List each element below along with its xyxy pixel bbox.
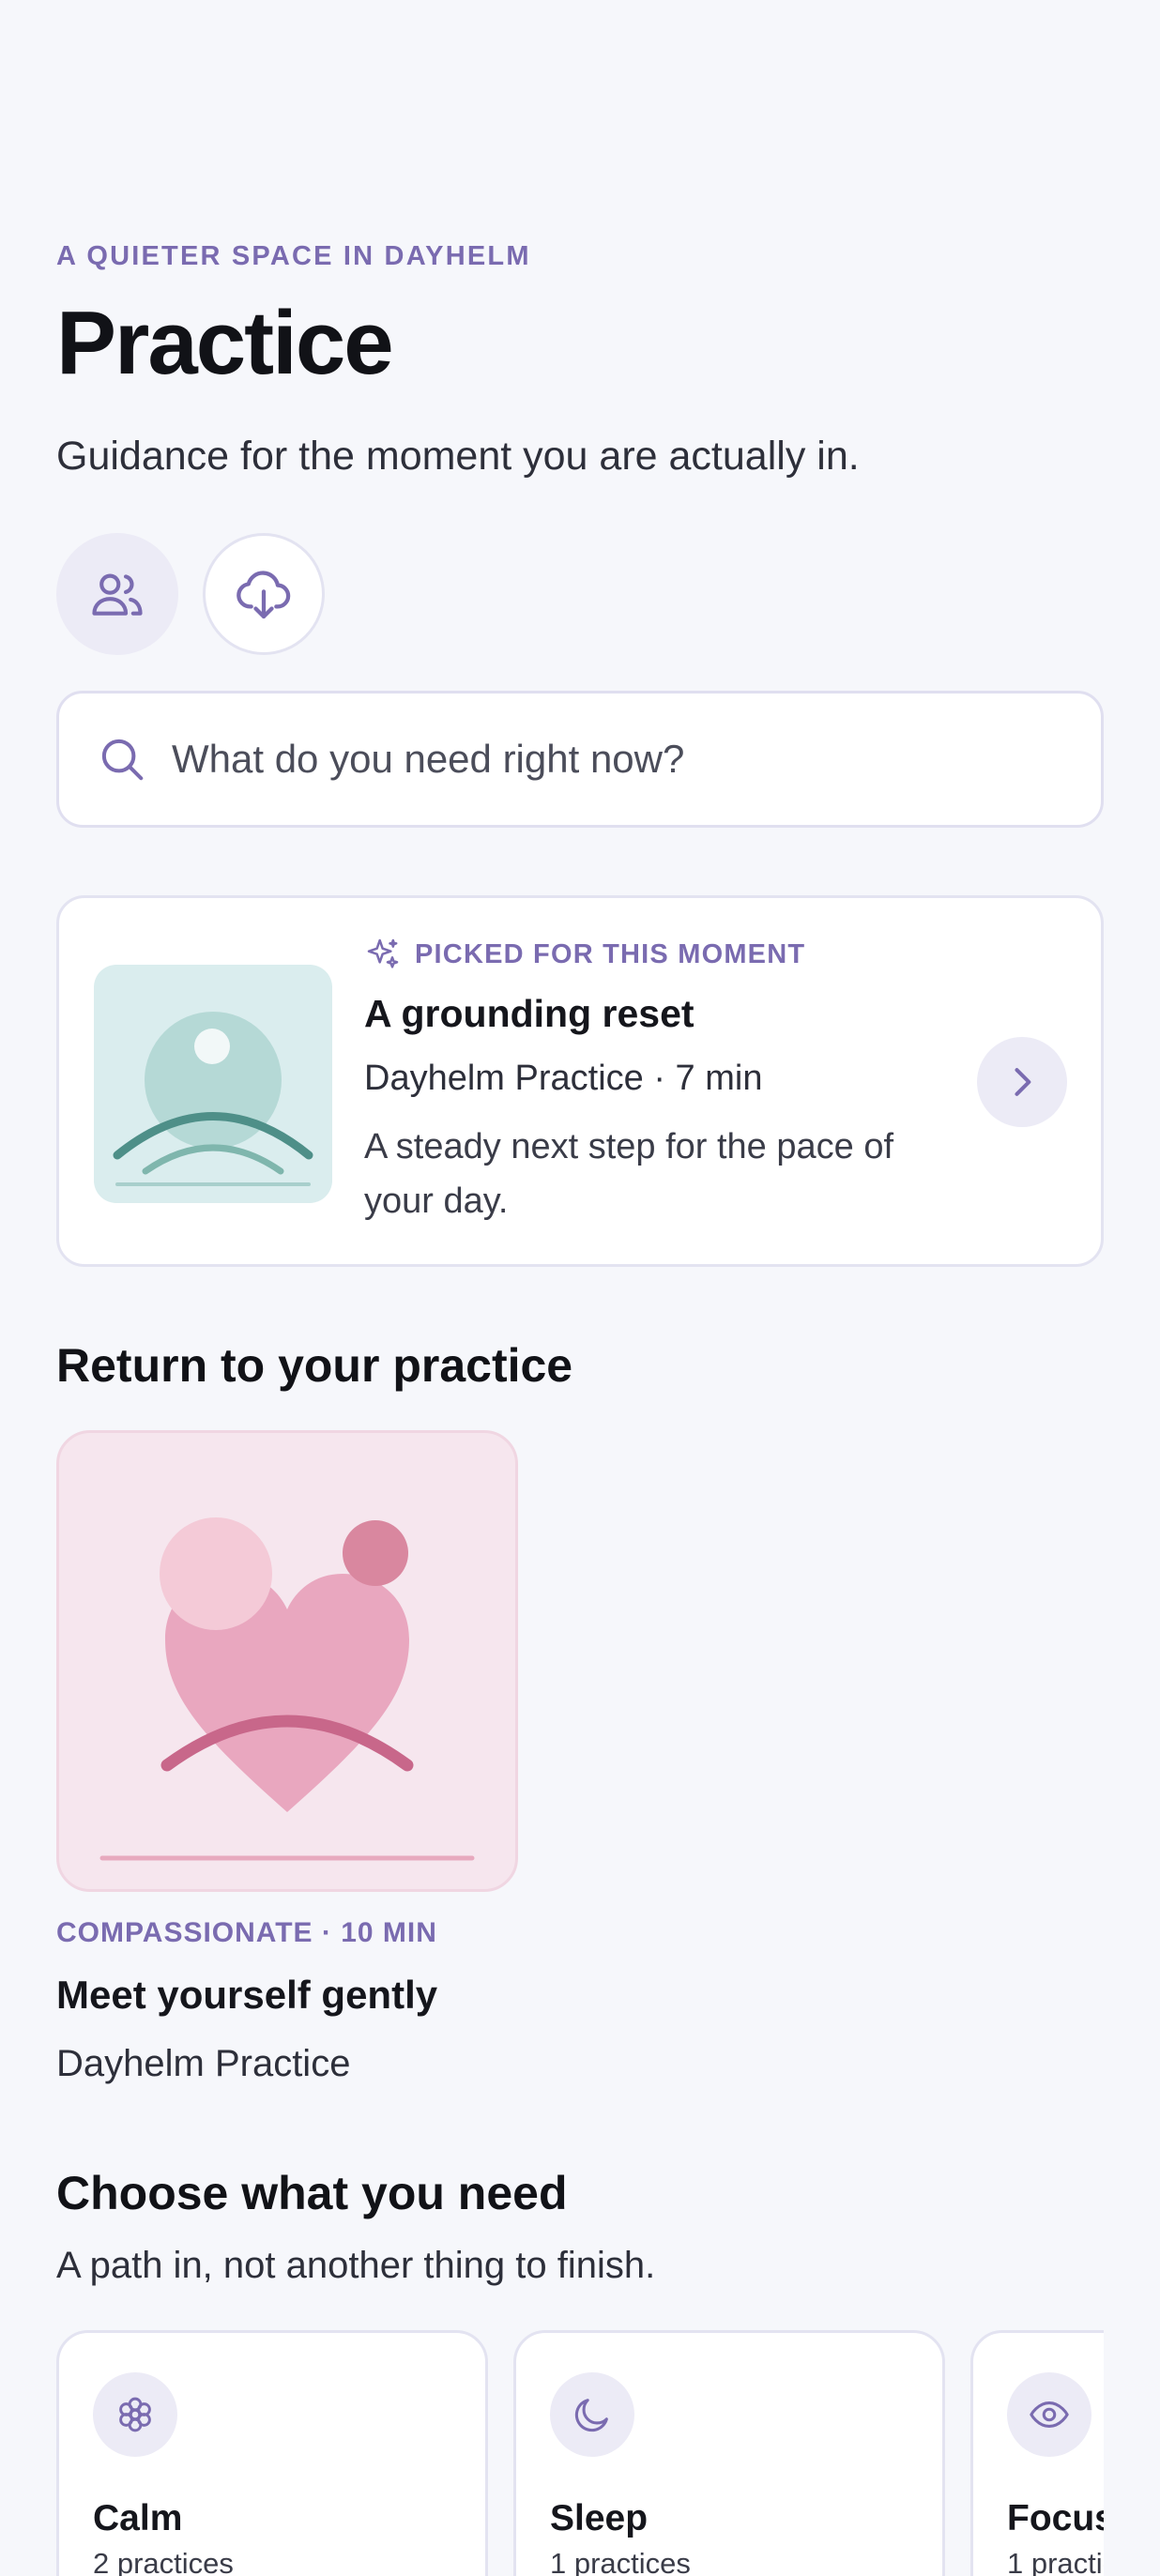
return-practice-title: Meet yourself gently xyxy=(56,1973,438,2017)
need-count: 1 practices xyxy=(1007,2547,1104,2576)
search-icon xyxy=(101,739,144,781)
picked-description: A steady next step for the pace of your … xyxy=(364,1127,894,1221)
need-card-calm[interactable]: Calm 2 practices xyxy=(56,2330,488,2576)
grounding-illustration xyxy=(94,965,332,1203)
sparkle-icon xyxy=(367,938,399,968)
eye-icon xyxy=(1030,2401,1069,2428)
picked-meta: Dayhelm Practice · 7 min xyxy=(364,1059,763,1098)
need-count: 1 practices xyxy=(550,2547,691,2576)
flower-icon xyxy=(119,2397,151,2432)
return-practice-card[interactable] xyxy=(56,1430,518,1892)
page-subtitle: Guidance for the moment you are actually… xyxy=(56,434,860,479)
needs-section-heading: Choose what you need xyxy=(56,2167,568,2219)
open-picked-button[interactable] xyxy=(977,1037,1067,1127)
practice-page: A QUIETER SPACE IN DAYHELM Practice Guid… xyxy=(56,0,1104,2576)
picked-kicker-label: PICKED FOR THIS MOMENT xyxy=(415,938,806,969)
return-practice-kicker: COMPASSIONATE · 10 MIN xyxy=(56,1917,437,1948)
need-card-focus[interactable]: Focus 1 practices xyxy=(970,2330,1104,2576)
cloud-download-icon xyxy=(237,571,291,619)
need-card-sleep[interactable]: Sleep 1 practices xyxy=(513,2330,945,2576)
page-eyebrow: A QUIETER SPACE IN DAYHELM xyxy=(56,241,531,271)
moon-icon xyxy=(574,2399,608,2432)
needs-section-subheading: A path in, not another thing to finish. xyxy=(56,2245,656,2286)
chevron-right-icon xyxy=(1015,1068,1031,1096)
need-label: Sleep xyxy=(550,2498,649,2538)
page-title: Practice xyxy=(56,293,394,393)
community-button[interactable] xyxy=(56,533,178,655)
needs-carousel[interactable]: Calm 2 practices Sleep 1 practices Focus… xyxy=(56,2330,1104,2576)
need-count: 2 practices xyxy=(93,2547,234,2576)
picked-practice-card[interactable]: PICKED FOR THIS MOMENT A grounding reset… xyxy=(56,895,1104,1267)
return-section-heading: Return to your practice xyxy=(56,1339,573,1392)
picked-title: A grounding reset xyxy=(364,992,694,1035)
search-input[interactable]: What do you need right now? xyxy=(56,691,1104,828)
heart-illustration xyxy=(99,1517,475,1861)
return-practice-author: Dayhelm Practice xyxy=(56,2043,351,2084)
need-label: Calm xyxy=(93,2498,183,2538)
need-label: Focus xyxy=(1007,2498,1104,2538)
download-button[interactable] xyxy=(203,533,325,655)
people-icon xyxy=(92,573,143,616)
search-placeholder: What do you need right now? xyxy=(172,737,685,781)
